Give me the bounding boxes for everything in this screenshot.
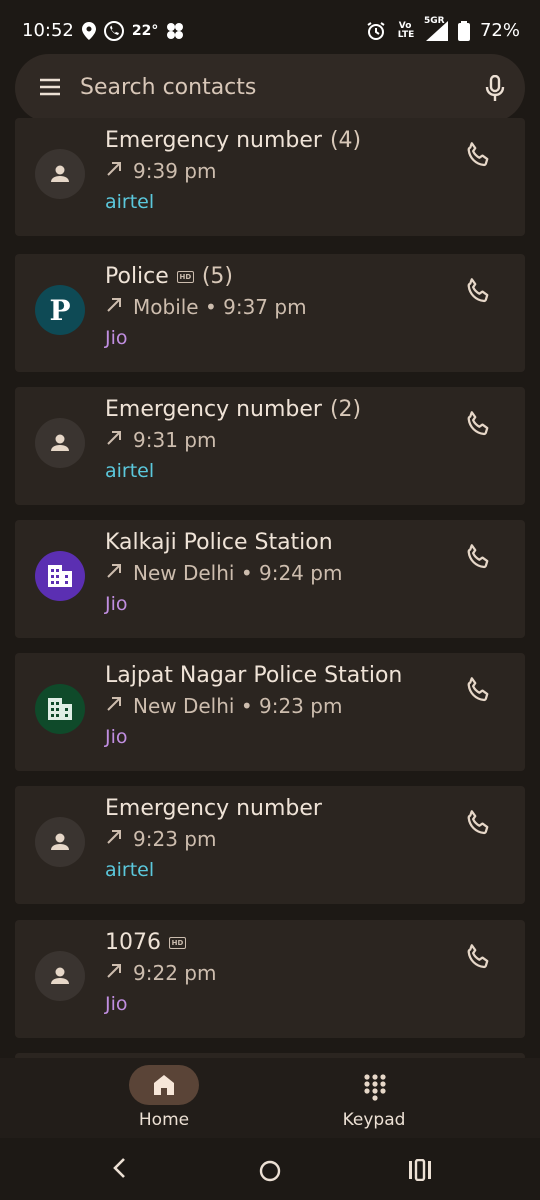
nav-home-button[interactable]: [129, 1065, 199, 1105]
sim-label: Jio: [105, 593, 128, 615]
call-log-item[interactable]: Emergency number 9:23 pm airtel: [15, 786, 525, 904]
contact-name: Emergency number: [105, 397, 322, 422]
battery-icon: [457, 20, 470, 41]
outgoing-arrow-icon: [105, 827, 123, 851]
sim-label: airtel: [105, 191, 155, 213]
status-bar: 10:52 22° Vo LTE 5GR 72%: [0, 0, 540, 62]
home-icon: [154, 1075, 174, 1095]
call-log-item[interactable]: 1076 HD 9:22 pm Jio: [15, 920, 525, 1038]
hamburger-menu-icon[interactable]: [38, 75, 62, 103]
hd-call-icon: HD: [169, 936, 186, 949]
contact-name: Lajpat Nagar Police Station: [105, 663, 403, 688]
search-input[interactable]: Search contacts: [80, 75, 256, 100]
contact-name: Emergency number: [105, 796, 322, 821]
bottom-navigation: Home Keypad: [0, 1058, 540, 1138]
call-log-item[interactable]: Emergency number (4) 9:39 pm airtel: [15, 118, 525, 236]
nav-keypad-label[interactable]: Keypad: [314, 1110, 434, 1130]
avatar-person-icon: [35, 951, 85, 1001]
call-log-item[interactable]: P Police HD (5) Mobile • 9:37 pm Jio: [15, 254, 525, 372]
dialpad-icon: [364, 1074, 386, 1101]
phone-call-icon[interactable]: [463, 140, 495, 176]
temperature: 22°: [131, 22, 159, 39]
weather-icon: [166, 22, 184, 40]
microphone-icon[interactable]: [485, 74, 505, 107]
avatar-person-icon: [35, 817, 85, 867]
call-detail: New Delhi • 9:23 pm: [133, 694, 343, 718]
sim-label: Jio: [105, 327, 128, 349]
status-time: 10:52: [22, 20, 74, 41]
call-count: (5): [201, 264, 233, 289]
network-type-label: 5GR: [423, 15, 445, 26]
avatar-business-icon: [35, 684, 85, 734]
outgoing-arrow-icon: [105, 961, 123, 985]
outgoing-arrow-icon: [105, 428, 123, 452]
call-detail: New Delhi • 9:24 pm: [133, 561, 343, 585]
signal-icon: 5GR: [424, 16, 448, 41]
location-icon: [81, 21, 96, 40]
call-detail: 9:39 pm: [133, 159, 217, 183]
avatar-person-icon: [35, 418, 85, 468]
contact-name: 1076: [105, 930, 161, 955]
sim-label: airtel: [105, 859, 155, 881]
sim-label: Jio: [105, 993, 128, 1015]
call-log-item[interactable]: Kalkaji Police Station New Delhi • 9:24 …: [15, 520, 525, 638]
phone-call-icon[interactable]: [463, 276, 495, 312]
hd-call-icon: HD: [176, 270, 194, 283]
call-detail: Mobile • 9:37 pm: [133, 295, 307, 319]
contact-name: Kalkaji Police Station: [105, 530, 333, 555]
home-circle-icon[interactable]: [258, 1159, 282, 1187]
phone-call-icon[interactable]: [463, 808, 495, 844]
call-log-item[interactable]: Emergency number (2) 9:31 pm airtel: [15, 387, 525, 505]
volte-indicator: Vo LTE: [397, 20, 415, 40]
recent-apps-icon[interactable]: [408, 1158, 432, 1185]
outgoing-arrow-icon: [105, 561, 123, 585]
outgoing-arrow-icon: [105, 159, 123, 183]
call-count: (2): [329, 397, 362, 422]
sim-label: Jio: [105, 726, 128, 748]
system-navigation-bar: [0, 1138, 540, 1200]
contact-name: Police: [105, 264, 169, 289]
phone-call-icon[interactable]: [463, 542, 495, 578]
avatar-business-icon: [35, 551, 85, 601]
battery-percent: 72%: [479, 20, 520, 41]
avatar-person-icon: [35, 149, 85, 199]
phone-call-icon[interactable]: [463, 409, 495, 445]
phone-call-icon[interactable]: [463, 675, 495, 711]
contact-name: Emergency number: [105, 128, 322, 153]
call-detail: 9:22 pm: [133, 961, 217, 985]
call-log-item[interactable]: Lajpat Nagar Police Station New Delhi • …: [15, 653, 525, 771]
search-bar[interactable]: Search contacts: [15, 54, 525, 122]
outgoing-arrow-icon: [105, 295, 123, 319]
outgoing-arrow-icon: [105, 694, 123, 718]
nav-home-label[interactable]: Home: [104, 1110, 224, 1130]
call-detail: 9:23 pm: [133, 827, 217, 851]
call-count: (4): [329, 128, 362, 153]
phone-call-icon: [103, 20, 124, 41]
sim-label: airtel: [105, 460, 155, 482]
call-detail: 9:31 pm: [133, 428, 217, 452]
nav-keypad-button[interactable]: [345, 1068, 405, 1108]
back-icon[interactable]: [108, 1156, 132, 1184]
alarm-icon: [366, 21, 386, 41]
avatar-letter: P: [35, 285, 85, 335]
phone-call-icon[interactable]: [463, 942, 495, 978]
